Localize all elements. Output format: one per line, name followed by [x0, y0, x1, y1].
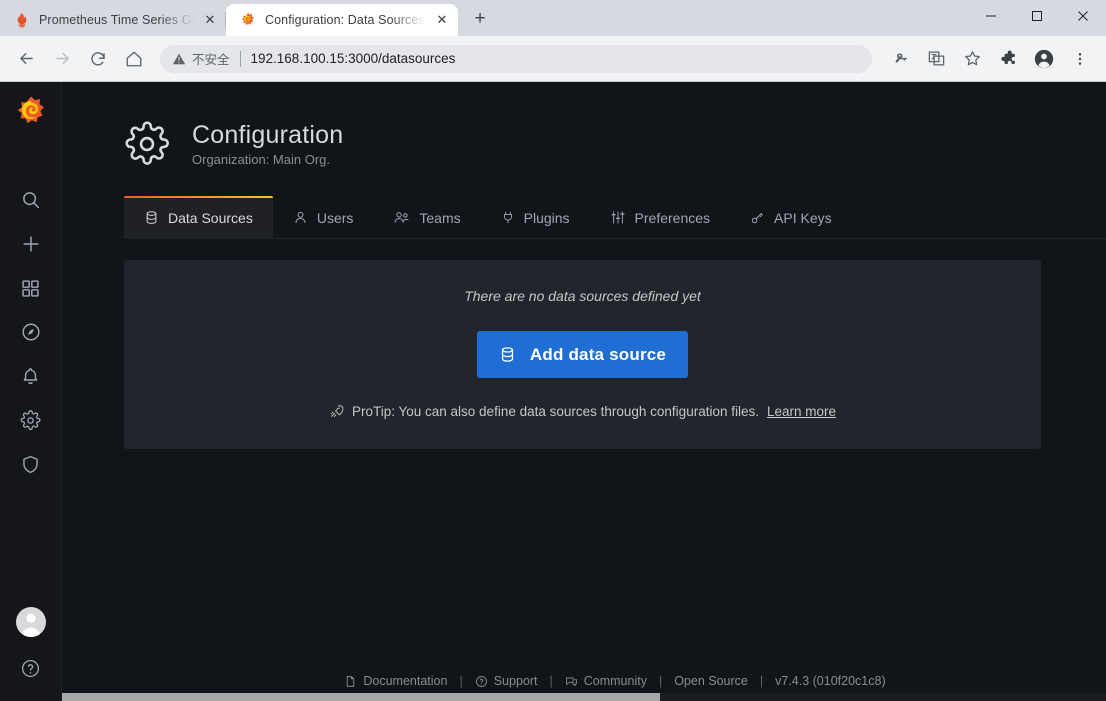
tab-teams[interactable]: Teams	[373, 196, 480, 239]
footer-documentation-link[interactable]: Documentation	[344, 674, 447, 688]
key-icon	[750, 210, 765, 225]
translate-icon[interactable]	[921, 44, 951, 74]
close-icon[interactable]: ✕	[200, 10, 220, 30]
browser-tab-title: Configuration: Data Sources -	[265, 13, 426, 27]
horizontal-scrollbar[interactable]	[62, 693, 1106, 701]
tab-label: Users	[317, 210, 354, 226]
question-circle-icon	[475, 675, 488, 688]
chrome-menu-icon[interactable]	[1065, 44, 1095, 74]
sidebar-item-configuration[interactable]	[0, 398, 62, 442]
browser-tabstrip: Prometheus Time Series Collec ✕ Configur…	[0, 0, 1106, 36]
footer-separator: |	[544, 674, 557, 688]
page-title: Configuration	[192, 121, 343, 150]
bookmark-star-icon[interactable]	[957, 44, 987, 74]
tab-users[interactable]: Users	[273, 196, 374, 239]
tab-label: API Keys	[774, 210, 832, 226]
sidebar-item-create[interactable]	[0, 222, 62, 266]
new-tab-button[interactable]: +	[466, 5, 494, 33]
footer-separator: |	[654, 674, 667, 688]
extensions-puzzle-icon[interactable]	[993, 44, 1023, 74]
footer-link-label: Support	[494, 674, 538, 688]
users-icon	[393, 210, 410, 225]
protip-row: ProTip: You can also define data sources…	[329, 404, 836, 419]
footer-link-label: Documentation	[363, 674, 447, 688]
tab-data-sources[interactable]: Data Sources	[124, 196, 273, 239]
app-footer: Documentation | Support | Community |	[124, 674, 1106, 688]
database-icon	[144, 210, 159, 225]
key-icon[interactable]	[885, 44, 915, 74]
page-header: Configuration Organization: Main Org.	[62, 82, 1106, 168]
page-subtitle: Organization: Main Org.	[192, 152, 343, 167]
empty-state-message: There are no data sources defined yet	[464, 288, 701, 304]
back-arrow-icon[interactable]	[11, 44, 41, 74]
omnibox-divider	[240, 51, 241, 67]
tab-label: Plugins	[524, 210, 570, 226]
home-icon[interactable]	[119, 44, 149, 74]
address-bar[interactable]: 不安全 192.168.100.15:3000/datasources	[160, 45, 872, 73]
footer-open-source-link[interactable]: Open Source	[674, 674, 748, 688]
rocket-icon	[329, 404, 344, 419]
profile-avatar-icon[interactable]	[1029, 44, 1059, 74]
main-content: Configuration Organization: Main Org. Da…	[62, 82, 1106, 701]
avatar[interactable]	[16, 607, 46, 637]
close-icon[interactable]: ✕	[432, 10, 452, 30]
browser-tab-title: Prometheus Time Series Collec	[39, 13, 194, 27]
database-icon	[499, 346, 516, 363]
add-data-source-label: Add data source	[530, 345, 666, 365]
sidebar	[0, 82, 62, 701]
tab-label: Data Sources	[168, 210, 253, 226]
toolbar-right-icons	[882, 44, 1098, 74]
security-warning: 不安全	[172, 49, 230, 68]
close-icon[interactable]	[1060, 0, 1106, 32]
footer-link-label: Community	[584, 674, 647, 688]
sidebar-item-server-admin[interactable]	[0, 442, 62, 486]
minimize-icon[interactable]	[968, 0, 1014, 32]
footer-separator: |	[454, 674, 467, 688]
plug-icon	[501, 210, 515, 225]
sliders-icon	[610, 210, 626, 225]
url-text: 192.168.100.15:3000/datasources	[251, 51, 456, 66]
browser-tab-grafana[interactable]: Configuration: Data Sources - ✕	[226, 4, 458, 36]
reload-icon[interactable]	[83, 44, 113, 74]
forward-arrow-icon	[47, 44, 77, 74]
window-controls	[968, 0, 1106, 36]
learn-more-link[interactable]: Learn more	[767, 404, 836, 419]
browser-tab-prometheus[interactable]: Prometheus Time Series Collec ✕	[0, 4, 226, 36]
tab-plugins[interactable]: Plugins	[481, 196, 590, 239]
gear-icon	[124, 120, 172, 168]
grafana-icon	[240, 12, 256, 28]
datasources-empty-panel: There are no data sources defined yet Ad…	[124, 260, 1041, 449]
sidebar-item-explore[interactable]	[0, 310, 62, 354]
grafana-app: Configuration Organization: Main Org. Da…	[0, 82, 1106, 701]
protip-text: ProTip: You can also define data sources…	[352, 404, 759, 419]
sidebar-item-alerting[interactable]	[0, 354, 62, 398]
maximize-icon[interactable]	[1014, 0, 1060, 32]
tab-label: Preferences	[635, 210, 710, 226]
add-data-source-button[interactable]: Add data source	[477, 331, 688, 378]
tab-label: Teams	[419, 210, 460, 226]
sidebar-item-search[interactable]	[0, 178, 62, 222]
sidebar-item-dashboards[interactable]	[0, 266, 62, 310]
footer-community-link[interactable]: Community	[565, 674, 647, 688]
browser-window: Prometheus Time Series Collec ✕ Configur…	[0, 0, 1106, 701]
tab-api-keys[interactable]: API Keys	[730, 196, 852, 239]
tab-preferences[interactable]: Preferences	[590, 196, 730, 239]
sidebar-nav	[0, 178, 62, 486]
sidebar-bottom	[0, 607, 62, 701]
footer-support-link[interactable]: Support	[475, 674, 538, 688]
user-icon	[293, 210, 308, 225]
scrollbar-thumb[interactable]	[62, 693, 660, 701]
page-header-text: Configuration Organization: Main Org.	[192, 121, 343, 168]
security-label: 不安全	[192, 49, 230, 68]
sidebar-item-help[interactable]	[0, 651, 62, 685]
footer-version: v7.4.3 (010f20c1c8)	[775, 674, 886, 688]
footer-separator: |	[755, 674, 768, 688]
config-tabbar: Data Sources Users Teams	[124, 196, 1106, 239]
comments-icon	[565, 675, 578, 688]
document-icon	[344, 675, 357, 688]
browser-toolbar: 不安全 192.168.100.15:3000/datasources	[0, 36, 1106, 82]
prometheus-icon	[14, 12, 30, 28]
grafana-logo[interactable]	[0, 88, 62, 136]
footer-link-label: Open Source	[674, 674, 748, 688]
